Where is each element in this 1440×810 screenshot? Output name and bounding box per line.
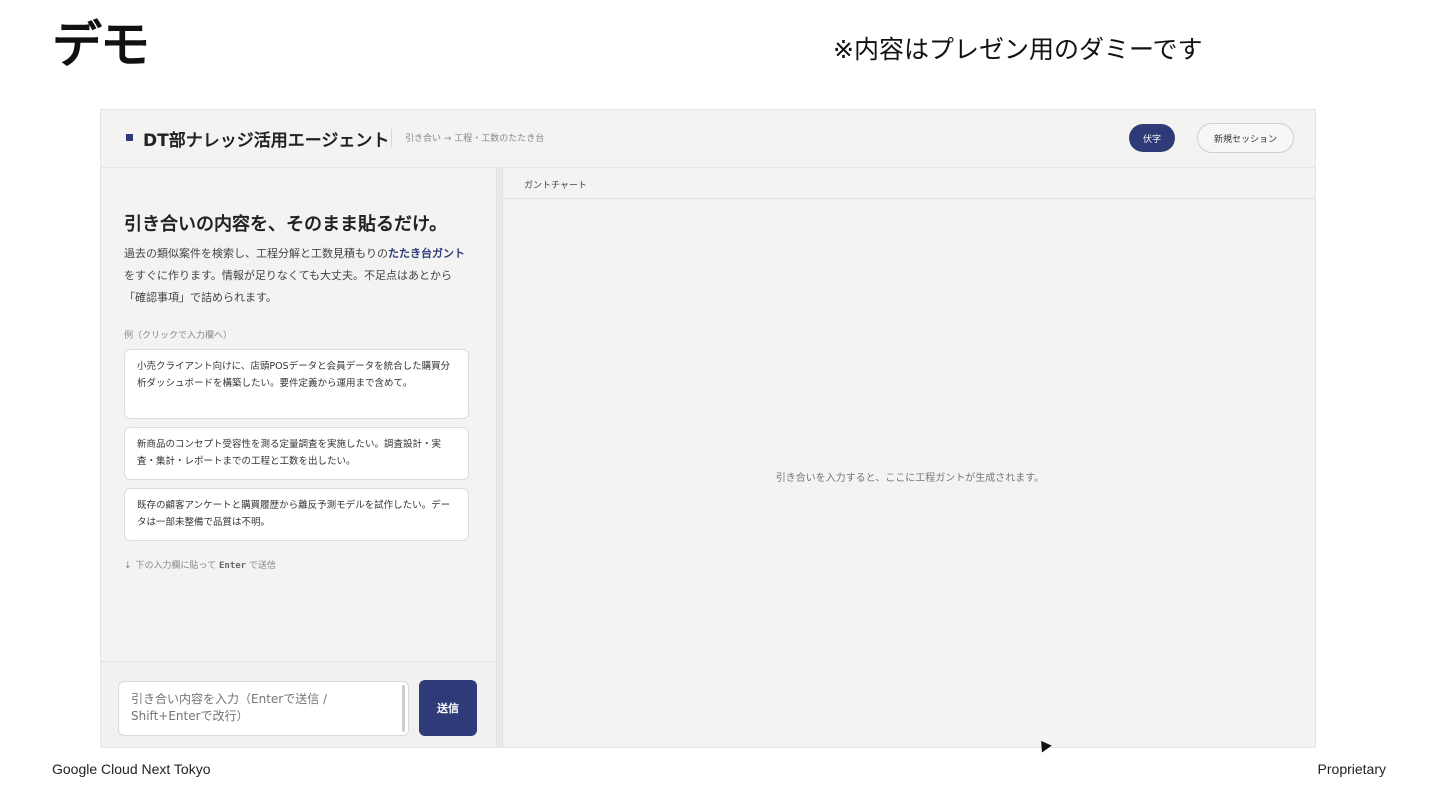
input-bar: 送信	[101, 661, 496, 747]
hero-desc-text-2: をすぐに作ります。情報が足りなくても大丈夫。不足点はあとから「確認事項」で詰めら…	[124, 269, 453, 304]
hint-key: Enter	[218, 561, 247, 571]
arrow-down-icon: ↓	[124, 561, 132, 571]
gantt-title: ガントチャート	[524, 181, 587, 191]
slide-note: ※内容はプレゼン用のダミーです	[833, 35, 1203, 64]
slide-title: デモ	[52, 16, 150, 74]
pane-resize-handle[interactable]	[496, 168, 503, 747]
app-header: DT部ナレッジ活用エージェント 引き合い → 工程・工数のたたき台 伏字 新規セ…	[101, 110, 1315, 168]
app-title: DT部ナレッジ活用エージェント	[143, 131, 390, 151]
user-avatar-button[interactable]: 伏字	[1129, 124, 1175, 152]
breadcrumb: 引き合い → 工程・工数のたたき台	[405, 134, 545, 144]
gantt-pane: ガントチャート 引き合いを入力すると、ここに工程ガントが生成されます。	[503, 168, 1315, 747]
inquiry-input[interactable]	[118, 681, 409, 736]
gantt-header: ガントチャート	[503, 168, 1315, 199]
example-card-3[interactable]: 既存の顧客アンケートと購買履歴から離反予測モデルを試作したい。データは一部未整備…	[124, 488, 469, 541]
footer-proprietary: Proprietary	[1317, 761, 1386, 777]
example-card-1[interactable]: 小売クライアント向けに、店頭POSデータと会員データを統合した購買分析ダッシュボ…	[124, 349, 469, 419]
send-hint: ↓ 下の入力欄に貼って Enter で送信	[124, 558, 276, 571]
app-window: DT部ナレッジ活用エージェント 引き合い → 工程・工数のたたき台 伏字 新規セ…	[100, 109, 1316, 748]
hero-desc-text: 過去の類似案件を検索し、工程分解と工数見積もりの	[124, 247, 388, 260]
hint-text: 下の入力欄に貼って	[135, 561, 217, 571]
examples-label: 例（クリックで入力欄へ）	[124, 331, 233, 341]
hint-text-2: で送信	[248, 561, 276, 571]
header-divider	[391, 129, 392, 147]
send-button[interactable]: 送信	[419, 680, 477, 736]
hero-desc-highlight: たたき台ガント	[388, 247, 465, 260]
hero-description: 過去の類似案件を検索し、工程分解と工数見積もりのたたき台ガントをすぐに作ります。…	[124, 243, 474, 309]
example-card-2[interactable]: 新商品のコンセプト受容性を測る定量調査を実施したい。調査設計・実査・集計・レポー…	[124, 427, 469, 480]
gantt-empty-message: 引き合いを入力すると、ここに工程ガントが生成されます。	[775, 473, 1045, 484]
footer-event-name: Google Cloud Next Tokyo	[52, 761, 211, 777]
input-scrollbar[interactable]	[402, 685, 405, 732]
new-session-button[interactable]: 新規セッション	[1197, 123, 1294, 153]
brand-square-icon	[126, 134, 133, 141]
chat-pane: 引き合いの内容を、そのまま貼るだけ。 過去の類似案件を検索し、工程分解と工数見積…	[101, 168, 496, 747]
hero-title: 引き合いの内容を、そのまま貼るだけ。	[124, 214, 448, 235]
